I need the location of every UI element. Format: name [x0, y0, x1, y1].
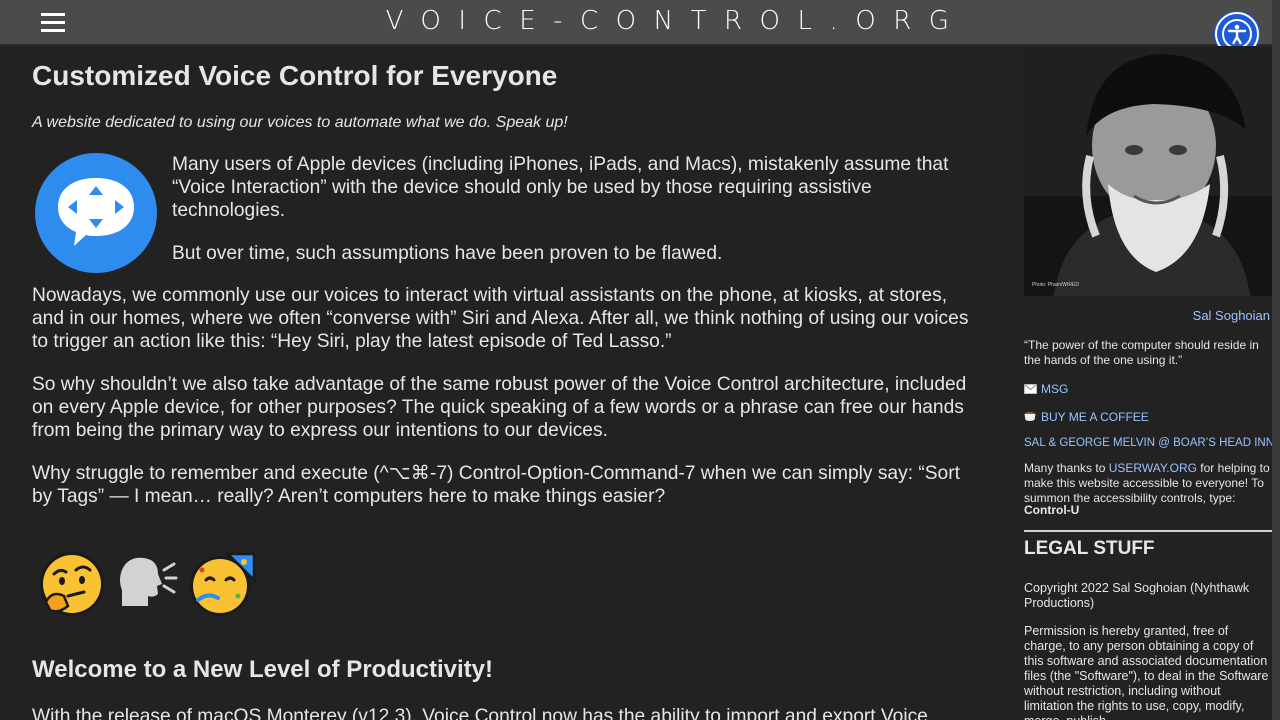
msg-link[interactable]: MSG	[1024, 382, 1274, 397]
permission-text: Permission is hereby granted, free of ch…	[1024, 624, 1269, 720]
body-paragraph-1: Nowadays, we commonly use our voices to …	[32, 285, 969, 352]
photo-credit: Photo: Pham/WIRED	[1032, 282, 1079, 288]
main-content: Customized Voice Control for Everyone A …	[32, 46, 982, 720]
scrollbar[interactable]	[1272, 0, 1280, 720]
thanks-prefix: Many thanks to	[1024, 461, 1109, 475]
sidebar-divider	[1024, 530, 1280, 532]
userway-link[interactable]: USERWAY.ORG	[1109, 461, 1197, 475]
body-paragraph-4: With the release of macOS Monterey (v12.…	[32, 706, 928, 720]
author-name-link[interactable]: Sal Soghoian	[1024, 308, 1270, 323]
accessibility-thanks: Many thanks to USERWAY.ORG for helping t…	[1024, 461, 1272, 506]
envelope-icon	[1024, 384, 1037, 394]
intro-paragraph-2: But over time, such assumptions have bee…	[172, 243, 723, 264]
site-header: VOICE-CONTROL.ORG	[0, 0, 1280, 45]
body-paragraph-3: Why struggle to remember and execute (^⌥…	[32, 463, 960, 507]
coffee-cup-icon	[1024, 412, 1036, 421]
msg-label: MSG	[1041, 382, 1069, 396]
site-title[interactable]: VOICE-CONTROL.ORG	[0, 6, 1280, 36]
voice-control-logo-icon	[35, 153, 157, 273]
coffee-label: BUY ME A COFFEE	[1041, 410, 1149, 424]
body-paragraph-2: So why shouldn’t we also take advantage …	[32, 374, 967, 441]
portrait-image	[1024, 46, 1280, 296]
copyright-text: Copyright 2022 Sal Soghoian (Nyhthawk Pr…	[1024, 581, 1250, 610]
page-title: Customized Voice Control for Everyone	[32, 60, 558, 91]
coffee-link[interactable]: BUY ME A COFFEE	[1024, 410, 1274, 425]
speaking-head-icon	[120, 557, 178, 606]
sidebar: Photo: Pham/WIRED Sal Soghoian “The powe…	[1024, 46, 1280, 720]
tagline: A website dedicated to using our voices …	[32, 114, 568, 131]
boars-head-link[interactable]: SAL & GEORGE MELVIN @ BOAR’S HEAD INN	[1024, 436, 1280, 451]
author-quote: “The power of the computer should reside…	[1024, 338, 1259, 367]
portrait-photo: Photo: Pham/WIRED	[1024, 46, 1280, 296]
intro-paragraph-1: Many users of Apple devices (including i…	[172, 154, 949, 221]
thinking-face-icon	[40, 552, 104, 616]
shortcut-text: Control-U	[1024, 503, 1080, 517]
partying-face-icon	[190, 552, 256, 616]
section-title: Welcome to a New Level of Productivity!	[32, 656, 493, 683]
legal-title: LEGAL STUFF	[1024, 538, 1155, 559]
